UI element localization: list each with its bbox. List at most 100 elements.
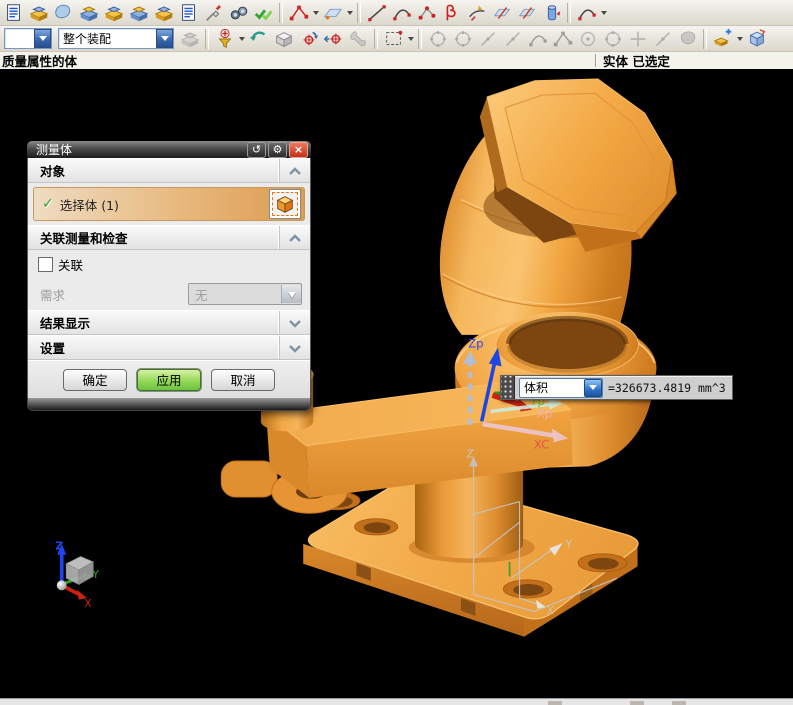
snap-point-on-line-icon[interactable] [500,27,525,51]
toolbar-row-2: 整个装配 [0,26,793,52]
line-icon[interactable] [364,1,389,25]
toolbar-separator [418,29,422,49]
measurement-callout[interactable]: 体积 =326673.4819 mm^3 [500,375,733,400]
add-component-icon[interactable] [26,1,51,25]
assembly-scope-combo[interactable]: 整个装配 [58,28,174,49]
selection-check-icon: ✓ [42,196,54,212]
check-clearance-icon[interactable] [251,1,276,25]
replace-component-icon[interactable] [76,1,101,25]
grip-icon[interactable] [346,27,371,51]
snap-mid-point-icon[interactable] [450,27,475,51]
marquee-select-icon[interactable] [381,27,406,51]
requirement-dropdown-value: 无 [189,285,281,304]
create-feature-icon[interactable] [710,27,735,51]
select-body-row[interactable]: ✓ 选择体 (1) [33,187,305,221]
toolbar-separator [279,3,283,23]
dialog-reset-button[interactable]: ↺ [247,142,266,158]
section-results-expand-icon[interactable] [279,311,310,334]
section-results[interactable]: 结果显示 [28,310,310,335]
assembly-constraints-icon[interactable] [101,1,126,25]
toolbar-row-1 [0,0,793,26]
snap-quadrant-icon[interactable] [600,27,625,51]
snap-end-point-icon[interactable] [425,27,450,51]
dialog-resize-bar[interactable] [27,398,311,411]
section-object[interactable]: 对象 [28,158,310,183]
pattern-component-icon[interactable] [126,1,151,25]
snap-arc-icon[interactable] [525,27,550,51]
datum-plane-trim-icon[interactable] [489,1,514,25]
rotate-point-icon[interactable] [296,27,321,51]
undo-icon[interactable] [246,27,271,51]
mirror-assembly-icon[interactable] [151,1,176,25]
point-set-icon[interactable] [414,1,439,25]
requirement-dropdown[interactable]: 无 [188,283,302,305]
section-associative-collapse-icon[interactable] [279,226,310,249]
more-tools-dropdown-arrow-icon[interactable] [599,1,608,25]
dialog-close-button[interactable]: × [289,142,308,158]
snap-point-icon[interactable] [625,27,650,51]
section-object-header: 对象 [40,161,65,180]
measurement-type-dropdown[interactable]: 体积 [519,378,603,398]
studio-spline-icon[interactable] [439,1,464,25]
trimmed-sheet-icon[interactable] [514,1,539,25]
view-filter-combo-arrow-icon[interactable] [34,29,51,48]
edit-component-icon[interactable] [201,1,226,25]
assembly-scope-combo-arrow-icon[interactable] [156,29,173,48]
datum-plane-dropdown-arrow-icon[interactable] [345,1,354,25]
section-object-collapse-icon[interactable] [279,159,310,182]
datum-plane-icon[interactable] [320,1,345,25]
marquee-select-dropdown-arrow-icon[interactable] [406,27,415,51]
graphics-viewport[interactable]: Z Y X Zp Yp Xp XC [0,69,793,698]
interpart-link-icon[interactable] [177,27,202,51]
snap-line-icon[interactable] [475,27,500,51]
measurement-dropdown-arrow-icon[interactable] [584,379,602,397]
section-associative[interactable]: 关联测量和检查 [28,225,310,250]
associative-checkbox[interactable] [38,257,53,272]
selection-filter-dropdown-arrow-icon[interactable] [237,27,246,51]
assembly-scope-combo-value: 整个装配 [59,30,156,47]
csys-xp-label: Xp [537,407,552,421]
snap-box-icon[interactable] [271,27,296,51]
bottom-bar [0,698,793,705]
toolbar-separator [703,29,707,49]
view-filter-combo[interactable] [4,28,52,49]
snap-circle-center-icon[interactable] [575,27,600,51]
move-component-icon[interactable] [51,1,76,25]
selection-filter-icon[interactable] [212,27,237,51]
section-associative-header: 关联测量和检查 [40,228,128,247]
arc-icon[interactable] [389,1,414,25]
snap-vertex-icon[interactable] [550,27,575,51]
requirement-dropdown-arrow-icon[interactable] [281,285,301,303]
section-settings-expand-icon[interactable] [279,336,310,359]
datum-x-label: X [547,604,555,617]
section-settings[interactable]: 设置 [28,335,310,360]
dialog-settings-button[interactable]: ⚙ [268,142,287,158]
create-feature-dropdown-arrow-icon[interactable] [735,27,744,51]
sketch-dropdown-arrow-icon[interactable] [311,1,320,25]
apply-button[interactable]: 应用 [137,369,201,391]
project-curve-icon[interactable] [464,1,489,25]
display-cube-icon[interactable] [744,27,769,51]
component-list-icon[interactable] [176,1,201,25]
triad-z-label: Z [55,539,63,552]
measure-body-dialog: 测量体 ↺ ⚙ × 对象 ✓ 选择体 (1) [27,141,311,411]
callout-drag-handle-icon[interactable] [501,376,515,399]
snap-point-on-face-icon[interactable] [675,27,700,51]
datum-y-label: Y [564,538,572,551]
dialog-title-bar[interactable]: 测量体 ↺ ⚙ × [27,141,311,158]
extrude-icon[interactable] [539,1,564,25]
bridge-curve-icon[interactable] [574,1,599,25]
assembly-navigator-icon[interactable] [1,1,26,25]
select-body-button[interactable] [269,189,301,219]
find-component-icon[interactable] [226,1,251,25]
triad-x-label: X [84,597,92,610]
snap-point-on-curve-icon[interactable] [650,27,675,51]
reposition-point-icon[interactable] [321,27,346,51]
datum-z-label: Z [466,447,473,460]
cancel-button[interactable]: 取消 [211,369,275,391]
triad-y-label: Y [91,568,99,581]
prompt-bar: 质量属性的体 实体 已选定 [0,52,793,70]
ok-button[interactable]: 确定 [63,369,127,391]
sketch-icon[interactable] [286,1,311,25]
requirement-label: 需求 [40,285,65,304]
